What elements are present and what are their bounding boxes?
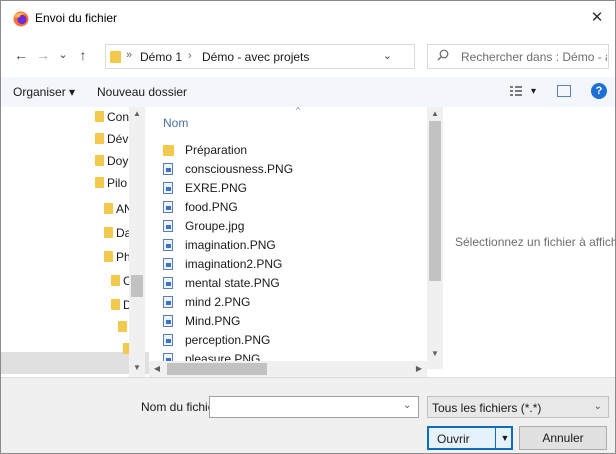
image-file-icon [163, 296, 173, 308]
breadcrumb-overflow[interactable]: » [126, 49, 132, 61]
scroll-left-icon[interactable]: ◀ [149, 362, 165, 376]
list-item[interactable]: mind 2.PNG [163, 293, 413, 312]
list-item[interactable]: Groupe.jpg [163, 217, 413, 236]
search-input[interactable]: Rechercher dans : Démo - av... [461, 50, 607, 64]
file-type-value: Tous les fichiers (*.*) [432, 401, 542, 415]
close-icon: ✕ [590, 9, 604, 26]
list-item[interactable]: Préparation [163, 141, 413, 160]
folder-icon [104, 251, 113, 262]
list-item[interactable]: imagination2.PNG [163, 255, 413, 274]
file-list-horizontal-scrollbar[interactable]: ◀ ▶ [149, 361, 427, 377]
view-options-icon[interactable] [509, 84, 523, 98]
back-button[interactable]: ← [11, 45, 31, 65]
image-file-icon [163, 220, 173, 232]
window-title: Envoi du fichier [35, 11, 118, 25]
file-upload-dialog: Envoi du fichier ✕ ← → ⌄ ↑ » Démo 1 › Dé… [0, 0, 616, 454]
image-file-icon [163, 277, 173, 289]
filename-field[interactable] [209, 396, 419, 418]
recent-locations-button[interactable]: ⌄ [53, 45, 73, 65]
image-file-icon [163, 258, 173, 270]
folder-icon [111, 299, 120, 310]
open-button[interactable]: Ouvrir ▼ [427, 426, 513, 450]
folder-icon [118, 321, 127, 332]
image-file-icon [163, 239, 173, 251]
chevron-down-icon: ⌄ [593, 401, 602, 412]
organize-button[interactable]: Organiser ▾ [13, 85, 75, 99]
navigation-row: ← → ⌄ ↑ » Démo 1 › Démo - avec projets ⌄… [1, 41, 615, 71]
image-file-icon [163, 315, 173, 327]
firefox-icon [13, 11, 29, 27]
chevron-down-icon: ⌄ [58, 49, 68, 61]
column-header-name[interactable]: Nom [163, 116, 188, 130]
list-item[interactable]: mental state.PNG [163, 274, 413, 293]
scroll-right-icon[interactable]: ▶ [411, 362, 427, 376]
address-bar[interactable]: » Démo 1 › Démo - avec projets ⌄ ↻ [105, 44, 440, 69]
folder-icon [95, 111, 104, 122]
file-type-select[interactable]: Tous les fichiers (*.*) ⌄ [427, 396, 609, 418]
breadcrumb-item-demo-1[interactable]: Démo 1 [140, 50, 182, 64]
open-options-dropdown-icon[interactable]: ▼ [499, 431, 511, 445]
list-item[interactable]: Mind.PNG [163, 312, 413, 331]
scroll-up-icon[interactable]: ▲ [427, 107, 443, 121]
new-folder-button[interactable]: Nouveau dossier [97, 85, 187, 99]
chevron-down-icon[interactable]: ⌄ [403, 400, 411, 411]
scroll-down-icon[interactable]: ▼ [129, 361, 145, 375]
cancel-button[interactable]: Annuler [519, 426, 607, 450]
folder-icon [104, 227, 113, 238]
navigation-scroll-thumb[interactable] [131, 275, 143, 297]
list-item[interactable]: imagination.PNG [163, 236, 413, 255]
folder-icon [95, 133, 104, 144]
help-icon[interactable]: ? [591, 83, 607, 99]
breadcrumb-item-demo-avec-projets[interactable]: Démo - avec projets [202, 50, 309, 64]
file-list-scroll-thumb[interactable] [429, 121, 441, 281]
close-button[interactable]: ✕ [585, 6, 609, 30]
list-item[interactable]: EXRE.PNG [163, 179, 413, 198]
dialog-footer: Nom du fichier : ⌄ Tous les fichiers (*.… [1, 377, 615, 453]
up-arrow-icon: ↑ [79, 47, 87, 63]
scroll-up-icon[interactable]: ▲ [129, 107, 145, 121]
list-item[interactable]: perception.PNG [163, 331, 413, 350]
image-file-icon [163, 334, 173, 346]
folder-icon [104, 203, 113, 214]
search-icon [437, 49, 449, 61]
file-list: Nom ^ Préparation consciousness.PNG EXRE… [149, 107, 427, 377]
preview-message: Sélectionnez un fichier à afficher. [455, 235, 616, 249]
image-file-icon [163, 163, 173, 175]
list-item[interactable]: consciousness.PNG [163, 160, 413, 179]
title-bar: Envoi du fichier ✕ [1, 1, 615, 35]
open-button-label: Ouvrir [437, 432, 470, 446]
image-file-icon [163, 201, 173, 213]
folder-icon [95, 177, 104, 188]
back-arrow-icon: ← [14, 47, 28, 63]
command-toolbar: Organiser ▾ Nouveau dossier ▾ ? [1, 77, 615, 107]
preview-pane: Sélectionnez un fichier à afficher. [443, 107, 616, 377]
split-divider [495, 428, 496, 448]
image-file-icon [163, 182, 173, 194]
scroll-down-icon[interactable]: ▼ [427, 347, 443, 361]
navigation-pane: Con Dév Doy Pilo AN Da Ph C D [1, 107, 149, 377]
search-box[interactable]: Rechercher dans : Démo - av... [427, 44, 609, 69]
folder-icon [163, 145, 174, 156]
sort-ascending-icon: ^ [296, 107, 301, 115]
up-button[interactable]: ↑ [73, 45, 93, 65]
preview-pane-icon[interactable] [557, 85, 571, 97]
forward-arrow-icon: → [36, 47, 50, 63]
folder-icon [111, 275, 120, 286]
view-dropdown-icon[interactable]: ▾ [531, 86, 536, 97]
address-dropdown-icon[interactable]: ⌄ [383, 49, 392, 62]
navigation-scrollbar[interactable]: ▲ ▼ [129, 107, 145, 377]
horizontal-scroll-thumb[interactable] [167, 363, 267, 375]
list-item[interactable]: food.PNG [163, 198, 413, 217]
forward-button[interactable]: → [33, 45, 53, 65]
breadcrumb-separator-icon: › [188, 50, 192, 62]
folder-icon [110, 51, 121, 63]
selected-tree-row [1, 352, 149, 374]
folder-icon [95, 155, 104, 166]
file-list-vertical-scrollbar[interactable]: ▲ ▼ [427, 107, 443, 369]
